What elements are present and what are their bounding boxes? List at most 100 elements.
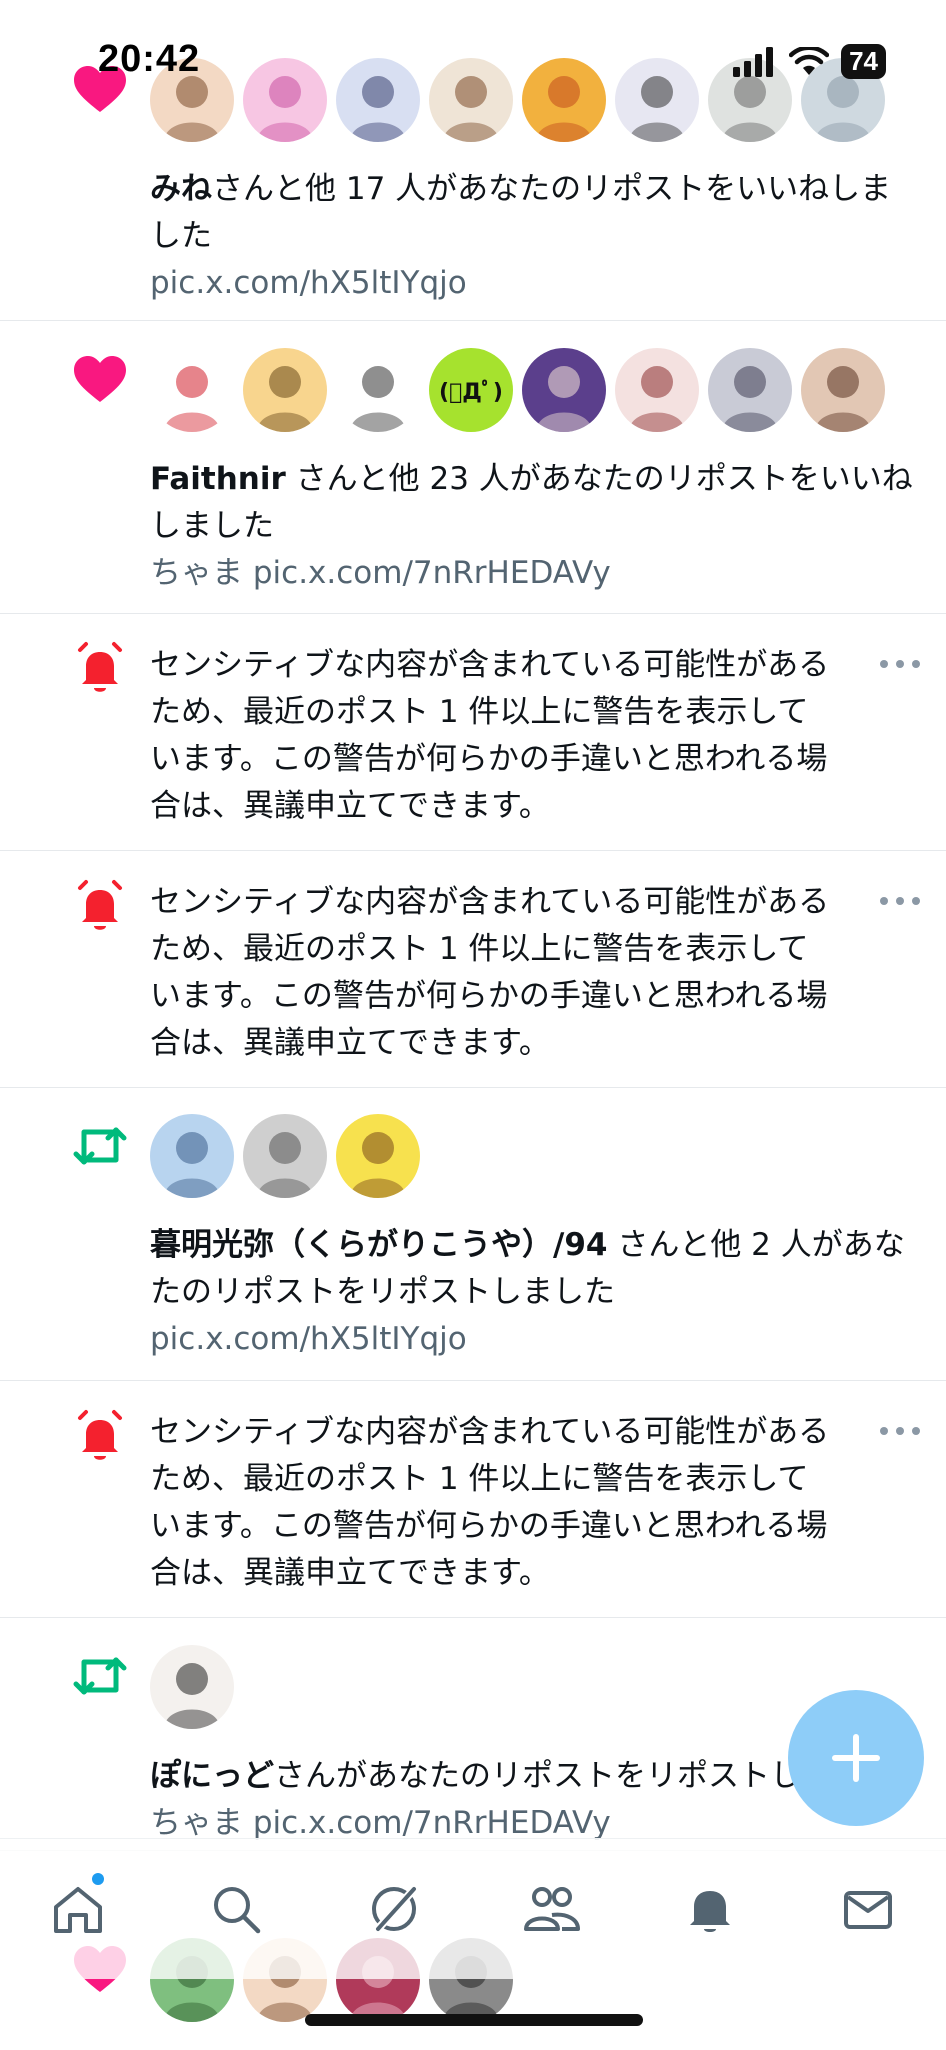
avatar-figure — [722, 76, 778, 142]
avatar[interactable] — [801, 348, 885, 432]
avatar-figure — [257, 366, 313, 432]
avatar[interactable] — [615, 58, 699, 142]
avatar-figure — [536, 76, 592, 142]
more-options-button[interactable] — [880, 660, 920, 672]
activity-notification[interactable]: 暮明光弥（くらがりこうや）/94 さんと他 2 人があなたのリポストをリポストし… — [0, 1087, 946, 1381]
more-options-button[interactable] — [880, 897, 920, 909]
nav-grok[interactable] — [364, 1879, 424, 1939]
avatar-figure — [164, 366, 220, 432]
notification-content: 暮明光弥（くらがりこうや）/94 さんと他 2 人があなたのリポストをリポストし… — [150, 1114, 920, 1363]
user-name[interactable]: 暮明光弥（くらがりこうや）/94 — [150, 1227, 607, 1263]
avatar[interactable] — [429, 58, 513, 142]
repost-icon — [72, 1648, 128, 1704]
post-link[interactable]: ちゃま pic.x.com/7nRrHEDAVy — [150, 550, 920, 597]
search-icon — [214, 1887, 261, 1934]
unread-dot — [92, 1873, 104, 1885]
dot-icon — [896, 897, 904, 905]
warning-message: センシティブな内容が含まれている可能性があるため、最近のポスト 1 件以上に警告… — [150, 1414, 830, 1591]
warning-message: センシティブな内容が含まれている可能性があるため、最近のポスト 1 件以上に警告… — [150, 884, 830, 1061]
activity-notification[interactable]: (ﾟДﾟ) Faithnir さんと他 23 人があなたのリポストをいいねしました… — [0, 320, 946, 614]
bell-icon — [72, 878, 128, 934]
avatar[interactable] — [708, 58, 792, 142]
avatar[interactable] — [243, 58, 327, 142]
avatar-figure — [350, 1132, 406, 1198]
notification-content: センシティブな内容が含まれている可能性があるため、最近のポスト 1 件以上に警告… — [150, 1409, 920, 1597]
avatar-figure — [257, 1132, 313, 1198]
nav-communities[interactable] — [522, 1879, 582, 1939]
avatar-figure — [629, 76, 685, 142]
bottom-nav — [0, 1838, 946, 1979]
dot-icon — [896, 1427, 904, 1435]
dot-icon — [880, 1427, 888, 1435]
avatar-figure — [443, 76, 499, 142]
avatar-figure — [350, 76, 406, 142]
post-link[interactable]: pic.x.com/hX5ltIYqjo — [150, 1316, 920, 1363]
notification-content: センシティブな内容が含まれている可能性があるため、最近のポスト 1 件以上に警告… — [150, 879, 920, 1067]
warning-notification[interactable]: センシティブな内容が含まれている可能性があるため、最近のポスト 1 件以上に警告… — [0, 613, 946, 851]
dot-icon — [880, 660, 888, 668]
nav-home[interactable] — [48, 1873, 108, 1939]
dot-icon — [880, 897, 888, 905]
avatar-figure — [722, 366, 778, 432]
avatar[interactable] — [522, 348, 606, 432]
avatar[interactable] — [150, 348, 234, 432]
communities-icon — [524, 1887, 580, 1931]
avatar-figure — [629, 366, 685, 432]
avatar-figure — [350, 366, 406, 432]
notification-text: Faithnir さんと他 23 人があなたのリポストをいいねしました — [150, 456, 920, 550]
dot-icon — [912, 660, 920, 668]
avatar-figure — [164, 1132, 220, 1198]
avatar[interactable] — [336, 1114, 420, 1198]
user-name[interactable]: Faithnir — [150, 461, 286, 497]
home-icon — [54, 1887, 102, 1933]
nav-search[interactable] — [206, 1879, 266, 1939]
avatar[interactable] — [522, 58, 606, 142]
avatar[interactable] — [801, 58, 885, 142]
dot-icon — [912, 1427, 920, 1435]
avatar[interactable] — [150, 1645, 234, 1729]
repost-icon — [72, 1118, 128, 1174]
avatar[interactable] — [243, 1114, 327, 1198]
notification-content: (ﾟДﾟ) Faithnir さんと他 23 人があなたのリポストをいいねしました… — [150, 348, 920, 597]
notifications-icon — [690, 1891, 730, 1932]
post-link[interactable]: pic.x.com/hX5ltIYqjo — [150, 260, 920, 307]
grok-icon — [372, 1884, 419, 1934]
user-name[interactable]: みね — [150, 171, 212, 207]
messages-icon — [844, 1891, 892, 1929]
avatar-row — [150, 1114, 920, 1200]
avatar-row — [150, 58, 920, 144]
notification-content: みねさんと他 17 人があなたのリポストをいいねしました pic.x.com/hX… — [150, 58, 920, 307]
heart-icon — [72, 352, 128, 408]
avatar[interactable] — [336, 348, 420, 432]
bell-icon — [72, 1408, 128, 1464]
warning-notification[interactable]: センシティブな内容が含まれている可能性があるため、最近のポスト 1 件以上に警告… — [0, 1380, 946, 1618]
avatar-figure — [815, 76, 871, 142]
warning-notification[interactable]: センシティブな内容が含まれている可能性があるため、最近のポスト 1 件以上に警告… — [0, 850, 946, 1088]
nav-notifications[interactable] — [680, 1879, 740, 1939]
avatar[interactable] — [336, 58, 420, 142]
dot-icon — [912, 897, 920, 905]
avatar[interactable] — [615, 348, 699, 432]
avatar[interactable] — [150, 1114, 234, 1198]
avatar-figure — [536, 366, 592, 432]
notification-content: センシティブな内容が含まれている可能性があるため、最近のポスト 1 件以上に警告… — [150, 642, 920, 830]
avatar[interactable] — [150, 58, 234, 142]
plus-icon — [832, 1734, 880, 1782]
avatar-figure — [815, 366, 871, 432]
avatar[interactable] — [243, 348, 327, 432]
avatar-figure — [164, 1663, 220, 1729]
compose-button[interactable] — [788, 1690, 924, 1826]
activity-notification[interactable]: みねさんと他 17 人があなたのリポストをいいねしました pic.x.com/hX… — [0, 0, 946, 321]
user-name[interactable]: ぽにっど — [150, 1758, 274, 1794]
notification-text: 暮明光弥（くらがりこうや）/94 さんと他 2 人があなたのリポストをリポストし… — [150, 1222, 920, 1316]
avatar-figure — [257, 76, 313, 142]
dot-icon — [896, 660, 904, 668]
notification-message: さんと他 17 人があなたのリポストをいいねしました — [150, 171, 892, 254]
home-indicator — [305, 2014, 643, 2026]
avatar[interactable]: (ﾟДﾟ) — [429, 348, 513, 432]
warning-message: センシティブな内容が含まれている可能性があるため、最近のポスト 1 件以上に警告… — [150, 647, 830, 824]
avatar[interactable] — [708, 348, 792, 432]
avatar-row: (ﾟДﾟ) — [150, 348, 920, 434]
nav-messages[interactable] — [838, 1879, 898, 1939]
more-options-button[interactable] — [880, 1427, 920, 1439]
